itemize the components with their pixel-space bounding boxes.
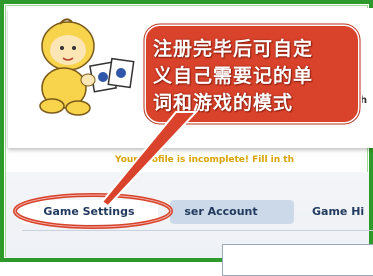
- tab-user-account-label: ser Account: [184, 205, 258, 218]
- tab-game-settings[interactable]: Game Settings: [20, 200, 158, 224]
- callout-line: 词和游戏的模式: [153, 92, 294, 114]
- baby-mascot-icon: [39, 18, 135, 116]
- settings-input-box[interactable]: [222, 244, 373, 276]
- callout-line: 义自己需要记的单: [153, 65, 314, 87]
- tab-game-history[interactable]: Game Hi: [300, 200, 373, 224]
- profile-incomplete-notice[interactable]: Your profile is incomplete! Fill in th: [115, 155, 294, 165]
- tab-user-account[interactable]: ser Account: [170, 200, 294, 224]
- callout-line: 注册完毕后可自定: [153, 38, 314, 60]
- callout-text: 注册完毕后可自定 义自己需要记的单 词和游戏的模式: [153, 36, 353, 117]
